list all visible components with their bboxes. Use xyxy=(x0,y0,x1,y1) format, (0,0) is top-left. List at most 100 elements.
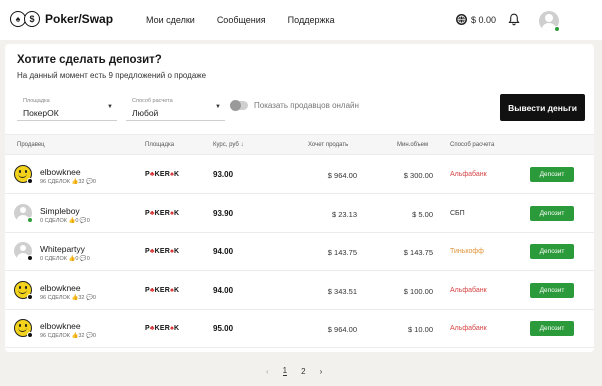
payment-method: СБП xyxy=(450,209,465,217)
page-subtitle: На данный момент есть 9 предложений о пр… xyxy=(17,71,207,80)
comment-icon: 💬 xyxy=(86,294,93,301)
likes-count: 0 xyxy=(75,256,79,262)
seller-status-dot xyxy=(27,255,33,261)
deal-count: 96 СДЕЛОК xyxy=(40,179,70,185)
deal-count: 0 СДЕЛОК xyxy=(40,217,67,224)
seller-name[interactable]: Whitepartyy xyxy=(40,244,85,254)
deposit-button[interactable]: Депозит xyxy=(530,205,574,221)
likes-count: 32 xyxy=(78,294,85,301)
min-amount: $ 10.00 xyxy=(407,325,433,334)
col-seller: Продавец xyxy=(17,142,45,148)
deposit-button[interactable]: Депозит xyxy=(530,244,574,259)
likes-count: 0 xyxy=(75,217,79,224)
bell-icon[interactable] xyxy=(508,13,520,26)
table-row: elbowknee 96 СДЕЛОК 👍32 💬0 P♣KER♠K 95.00 $ 9… xyxy=(5,310,594,348)
withdraw-button[interactable]: Вывести деньги xyxy=(500,94,585,121)
site-select-label: Площадка xyxy=(23,98,50,104)
nav-my-deals[interactable]: Мои сделки xyxy=(146,15,195,25)
dislikes-count: 0 xyxy=(86,217,90,224)
rate-value: 94.00 xyxy=(213,247,234,256)
seller-stats: 0 СДЕЛОК 👍0 💬0 xyxy=(40,218,90,224)
table-row: Simpleboy 0 СДЕЛОК 👍0 💬0 P♣KER♠K 93.90 $ 23.… xyxy=(5,195,594,233)
logo-text: Poker/Swap xyxy=(45,12,114,26)
seller-status-dot xyxy=(27,216,33,223)
rate-value: 93.00 xyxy=(213,170,234,179)
deal-count: 0 СДЕЛОК xyxy=(40,256,67,262)
deposit-button[interactable]: Депозит xyxy=(530,282,574,298)
seller-name[interactable]: elbowknee xyxy=(40,321,81,331)
next-page-button[interactable]: › xyxy=(320,367,323,376)
prev-page-button[interactable]: ‹ xyxy=(266,367,269,376)
deal-count: 96 СДЕЛОК xyxy=(40,333,70,339)
min-amount: $ 5.00 xyxy=(412,209,433,219)
pokerok-logo: P♣KER♠K xyxy=(145,171,180,178)
table-header: Продавец Площадка Курс, руб ↓ Хочет прод… xyxy=(5,134,594,155)
seller-stats: 96 СДЕЛОК 👍32 💬0 xyxy=(40,295,96,301)
dollar-icon: $ xyxy=(24,11,40,27)
deposit-button[interactable]: Депозит xyxy=(530,167,574,182)
payment-select[interactable]: Способ расчета Любой ▼ xyxy=(126,94,225,121)
top-header: ♠ $ Poker/Swap Мои сделки Сообщения Подд… xyxy=(0,0,602,40)
payment-select-value: Любой xyxy=(132,108,159,118)
table-row: elbowknee 96 СДЕЛОК 👍32 💬0 P♣KER♠K 93.00 $ 9… xyxy=(5,156,594,194)
nav-messages[interactable]: Сообщения xyxy=(217,15,266,25)
sell-amount: $ 143.75 xyxy=(327,248,357,257)
table-row: Whitepartyy 0 СДЕЛОК 👍0 💬0 P♣KER♠K 94.00 $ 1… xyxy=(5,233,594,271)
likes-count: 32 xyxy=(78,179,85,185)
pokerok-logo: P♣KER♠K xyxy=(145,209,180,217)
payment-select-label: Способ расчета xyxy=(132,98,173,104)
chevron-down-icon: ▼ xyxy=(215,104,221,110)
seller-name[interactable]: elbowknee xyxy=(40,283,81,293)
site-select[interactable]: Площадка ПокерОК ▼ xyxy=(17,94,117,121)
main-nav: Мои сделки Сообщения Поддержка xyxy=(146,15,357,25)
pokerok-logo: P♣KER♠K xyxy=(145,325,180,332)
col-method: Способ расчета xyxy=(450,142,495,148)
table-row: elbowknee 96 СДЕЛОК 👍32 💬0 P♣KER♠K 94.00 $ 3… xyxy=(5,272,594,310)
min-amount: $ 300.00 xyxy=(403,171,433,180)
seller-name[interactable]: elbowknee xyxy=(40,167,81,177)
comment-icon: 💬 xyxy=(79,256,87,262)
site-select-value: ПокерОК xyxy=(23,108,59,118)
sell-amount: $ 964.00 xyxy=(327,171,357,180)
comment-icon: 💬 xyxy=(79,217,87,224)
seller-status-dot xyxy=(27,178,33,184)
col-site: Площадка xyxy=(145,142,175,148)
payment-method: Тинькофф xyxy=(450,248,484,255)
sort-down-icon: ↓ xyxy=(240,142,244,148)
logo[interactable]: ♠ $ Poker/Swap xyxy=(10,11,113,27)
page-1[interactable]: 1 xyxy=(282,366,288,376)
sell-amount: $ 23.13 xyxy=(331,209,357,219)
payment-method: Альфабанк xyxy=(450,325,487,332)
rate-value: 94.00 xyxy=(213,285,234,295)
page-title: Хотите сделать депозит? xyxy=(17,54,162,66)
toggle-label: Показать продавцов онлайн xyxy=(254,101,359,110)
online-sellers-toggle[interactable]: Показать продавцов онлайн xyxy=(230,100,359,111)
page-2[interactable]: 2 xyxy=(301,367,305,376)
toggle-switch[interactable] xyxy=(230,100,248,111)
balance[interactable]: $ 0.00 xyxy=(456,14,496,25)
deal-count: 96 СДЕЛОК xyxy=(40,294,70,301)
nav-support[interactable]: Поддержка xyxy=(288,15,335,25)
col-min: Мин.объем xyxy=(397,142,429,148)
min-amount: $ 143.75 xyxy=(403,248,433,257)
balance-amount: $ 0.00 xyxy=(471,14,497,25)
dislikes-count: 0 xyxy=(86,256,90,262)
seller-stats: 96 СДЕЛОК 👍32 💬0 xyxy=(40,333,96,339)
dislikes-count: 0 xyxy=(92,333,96,339)
deposit-button[interactable]: Депозит xyxy=(530,321,574,336)
offers-card: Хотите сделать депозит? На данный момент… xyxy=(5,44,594,352)
comment-icon: 💬 xyxy=(86,179,93,185)
rate-value: 95.00 xyxy=(213,324,234,333)
col-rate[interactable]: Курс, руб ↓ xyxy=(213,142,244,148)
logo-mark: ♠ $ xyxy=(10,11,40,27)
sell-amount: $ 343.51 xyxy=(327,286,357,296)
seller-name[interactable]: Simpleboy xyxy=(40,206,80,216)
rate-value: 93.90 xyxy=(213,208,234,218)
dislikes-count: 0 xyxy=(92,294,96,301)
comment-icon: 💬 xyxy=(86,333,93,339)
sell-amount: $ 964.00 xyxy=(327,325,357,334)
dislikes-count: 0 xyxy=(92,179,96,185)
seller-status-dot xyxy=(27,293,33,300)
pokerok-logo: P♣KER♠K xyxy=(145,248,180,255)
pokerok-logo: P♣KER♠K xyxy=(145,286,180,294)
